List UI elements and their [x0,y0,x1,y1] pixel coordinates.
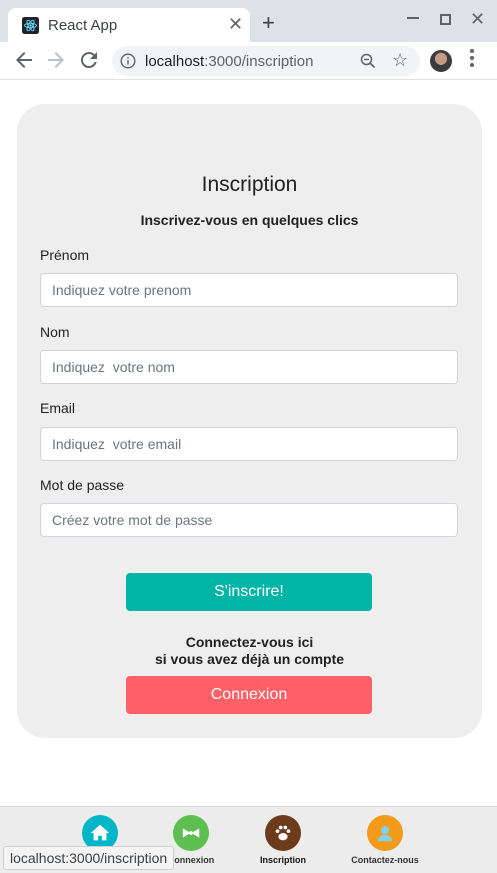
password-label: Mot de passe [40,477,125,493]
browser-toolbar: localhost:3000/inscription ☆ [0,42,497,80]
login-button[interactable]: Connexion [126,676,372,714]
login-note: Connectez-vous ici si vous avez déjà un … [17,634,482,668]
maximize-icon[interactable] [440,14,451,25]
minimize-icon[interactable] [407,12,419,24]
url-text: localhost:3000/inscription [145,53,314,70]
address-bar[interactable]: localhost:3000/inscription ☆ [112,46,420,76]
support-agent-icon [367,815,403,851]
back-arrow-icon[interactable] [12,48,36,72]
lastname-input[interactable] [40,350,458,384]
password-input[interactable] [40,503,458,537]
email-label: Email [40,400,76,416]
reload-icon[interactable] [77,48,101,72]
nav-label-inscription: Inscription [259,855,306,865]
firstname-input[interactable] [40,273,458,307]
signup-card: Inscription Inscrivez-vous en quelques c… [17,104,482,738]
nav-item-inscription[interactable]: Inscription [243,815,323,865]
react-logo-icon [22,17,39,34]
menu-dots-icon[interactable] [470,49,474,69]
page-subtitle: Inscrivez-vous en quelques clics [140,212,359,228]
lastname-label: Nom [40,324,70,340]
profile-avatar[interactable] [430,50,452,72]
new-tab-icon[interactable]: + [262,12,275,34]
bookmark-star-icon[interactable]: ☆ [392,51,408,69]
browser-tabstrip: React App ✕ + ✕ [0,0,497,42]
nav-item-contact[interactable]: Contactez-nous [345,815,425,865]
signup-button[interactable]: S'inscrire! [126,573,372,611]
tab-title: React App [48,17,118,34]
zoom-out-icon[interactable] [360,53,376,69]
browser-tab[interactable]: React App ✕ [8,8,250,42]
forward-arrow-icon[interactable] [44,48,68,72]
login-note-line2: si vous avez déjà un compte [154,651,345,667]
info-icon[interactable] [120,53,136,69]
close-window-icon[interactable]: ✕ [470,10,485,28]
firstname-label: Prénom [40,247,90,263]
status-bar-url: localhost:3000/inscription [3,846,175,870]
email-input[interactable] [40,427,458,461]
close-tab-icon[interactable]: ✕ [228,15,243,33]
page-title: Inscription [201,173,298,196]
login-note-line1: Connectez-vous ici [185,634,314,650]
nav-label-contact: Contactez-nous [351,855,419,865]
paw-icon [265,815,301,851]
bowtie-icon [173,815,209,851]
